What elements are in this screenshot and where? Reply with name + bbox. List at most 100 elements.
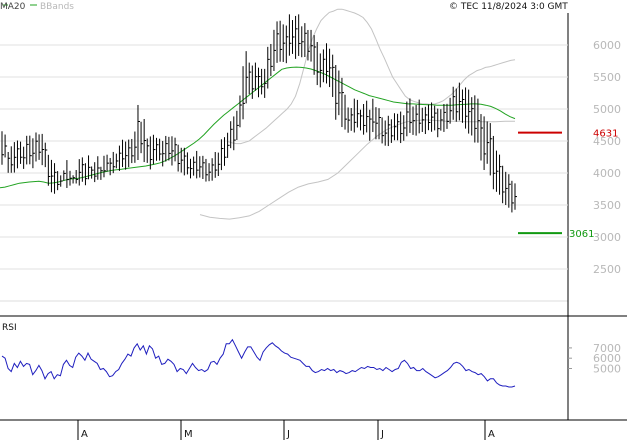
rsi-layer bbox=[1, 338, 516, 388]
price-bar bbox=[276, 21, 280, 63]
price-bar bbox=[122, 139, 125, 168]
price-bar bbox=[427, 104, 431, 131]
price-bar bbox=[208, 163, 212, 182]
price-bar bbox=[199, 156, 202, 178]
price-bar bbox=[261, 68, 264, 95]
price-bar bbox=[347, 107, 351, 133]
price-bar bbox=[350, 108, 354, 131]
price-bar bbox=[230, 121, 233, 149]
price-tick-label: 4500 bbox=[593, 135, 621, 148]
price-bar bbox=[477, 98, 480, 143]
price-bar bbox=[489, 123, 493, 176]
price-bar bbox=[288, 14, 292, 56]
price-bar bbox=[384, 120, 388, 146]
price-bar bbox=[304, 23, 307, 58]
price-tick-label: 4000 bbox=[593, 167, 621, 180]
price-bar bbox=[440, 109, 443, 131]
price-bar bbox=[421, 107, 425, 132]
price-bar bbox=[437, 108, 440, 138]
price-bar bbox=[332, 54, 335, 97]
price-bar bbox=[502, 165, 505, 204]
price-bar bbox=[313, 35, 317, 75]
month-labels: AMJJA bbox=[77, 420, 495, 440]
price-bar bbox=[81, 157, 85, 182]
price-bar bbox=[471, 97, 474, 136]
price-bar bbox=[16, 140, 20, 169]
price-bar bbox=[310, 29, 314, 62]
price-bar bbox=[264, 68, 267, 98]
price-bar bbox=[44, 142, 48, 168]
price-bar bbox=[505, 171, 508, 205]
price-bar bbox=[279, 20, 283, 62]
price-bar bbox=[227, 132, 230, 158]
price-bar bbox=[319, 53, 323, 88]
price-bar bbox=[258, 67, 261, 98]
price-bar bbox=[248, 62, 252, 95]
price-bar bbox=[118, 145, 122, 171]
price-bar bbox=[35, 132, 38, 162]
price-bar bbox=[152, 134, 156, 165]
price-bar bbox=[63, 170, 66, 181]
price-bar bbox=[211, 158, 215, 181]
price-bar bbox=[239, 95, 242, 128]
price-bar bbox=[168, 136, 171, 161]
price-bar bbox=[4, 134, 8, 158]
price-bar bbox=[486, 121, 490, 164]
rsi-line bbox=[1, 338, 516, 388]
price-tick-label: 2500 bbox=[593, 263, 621, 276]
price-bar bbox=[458, 82, 462, 121]
price-bar bbox=[511, 180, 514, 213]
price-bar bbox=[66, 160, 69, 188]
month-label: J bbox=[380, 429, 384, 440]
axis-layer: 6000550050004500400035003000250070006000… bbox=[2, 39, 621, 376]
price-bar bbox=[84, 163, 88, 186]
price-bar bbox=[186, 152, 190, 175]
rsi-tick-label: 5000 bbox=[593, 363, 621, 376]
price-bar bbox=[431, 102, 434, 132]
month-label: M bbox=[184, 429, 193, 440]
price-bar bbox=[492, 135, 496, 190]
price-bar bbox=[403, 115, 406, 141]
price-bar bbox=[97, 156, 100, 180]
price-bar bbox=[183, 147, 187, 176]
price-bar bbox=[375, 107, 378, 140]
price-bar bbox=[341, 77, 344, 128]
price-bar bbox=[273, 29, 276, 71]
price-bar bbox=[461, 89, 465, 123]
price-bar bbox=[180, 147, 184, 173]
price-bar bbox=[128, 139, 131, 168]
price-bar bbox=[381, 117, 385, 144]
legend-bbands: BBands bbox=[40, 2, 74, 12]
price-bar bbox=[468, 89, 471, 134]
price-bar bbox=[54, 163, 57, 194]
price-bar bbox=[159, 138, 162, 161]
month-label: A bbox=[488, 429, 495, 440]
price-bar bbox=[13, 142, 17, 173]
price-bar bbox=[514, 183, 517, 210]
price-tick-label: 5500 bbox=[593, 71, 621, 84]
price-bar bbox=[143, 118, 147, 163]
legend-ma20: MA20 bbox=[0, 2, 26, 12]
price-bar bbox=[251, 65, 255, 99]
price-bar bbox=[202, 155, 205, 180]
price-bar bbox=[282, 24, 286, 62]
price-bar bbox=[236, 110, 239, 140]
price-bar bbox=[38, 134, 42, 160]
month-label: A bbox=[81, 429, 88, 440]
price-bar bbox=[131, 138, 134, 164]
price-bar bbox=[270, 43, 273, 76]
price-bars-layer bbox=[1, 14, 517, 213]
price-bar bbox=[233, 116, 236, 151]
price-bar bbox=[137, 104, 140, 161]
price-bar bbox=[57, 171, 60, 191]
price-bar bbox=[134, 131, 137, 163]
price-bar bbox=[72, 175, 76, 184]
price-bar bbox=[10, 146, 14, 173]
price-bar bbox=[344, 94, 348, 130]
bbands-lower-line bbox=[199, 119, 515, 220]
price-bar bbox=[78, 159, 82, 186]
price-bar bbox=[75, 169, 79, 184]
price-bar bbox=[220, 139, 224, 171]
price-bar bbox=[162, 140, 165, 167]
price-bar bbox=[443, 104, 446, 132]
